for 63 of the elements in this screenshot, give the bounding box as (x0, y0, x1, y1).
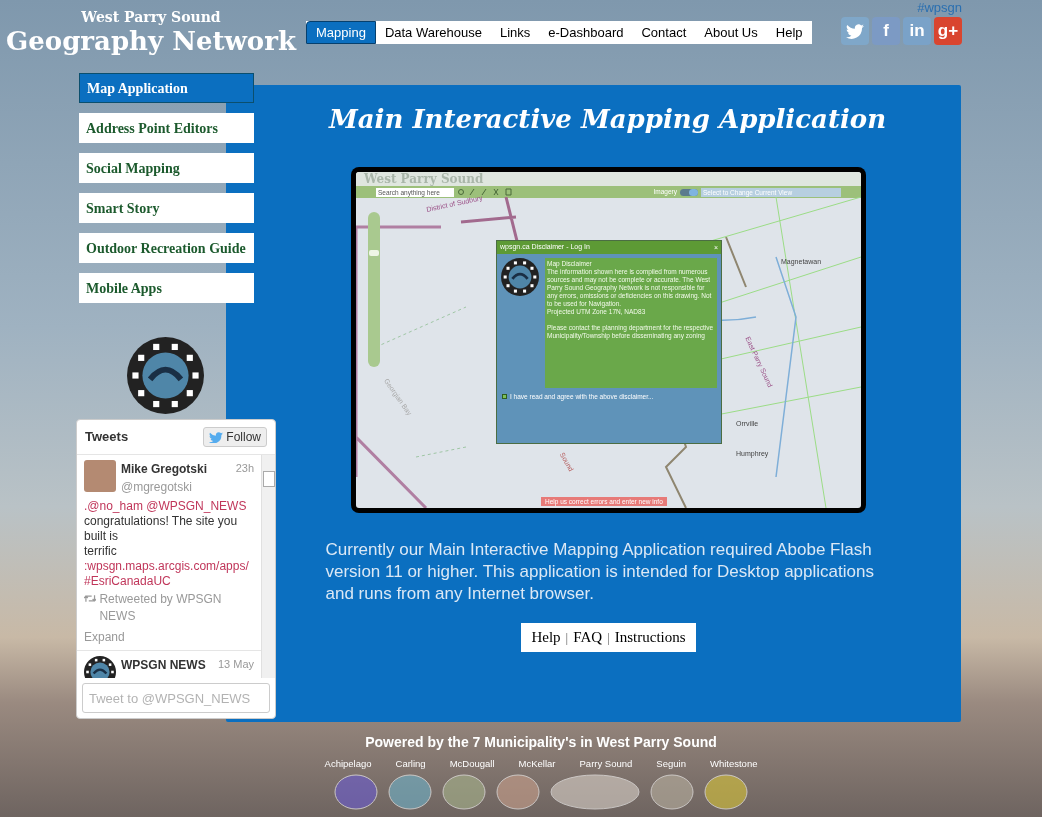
help-link[interactable]: Instructions (614, 626, 686, 649)
nav-tab[interactable]: e-Dashboard (539, 21, 633, 44)
municipal-crest-logo (388, 774, 432, 811)
powered-by-text: Powered by the 7 Municipality's in West Parry Sound (365, 733, 717, 752)
imagery-toggle[interactable] (680, 188, 698, 196)
municipal-crest-logo (704, 774, 748, 811)
municipal-crest-logo (442, 774, 486, 811)
municipality-name[interactable]: McKellar (518, 757, 556, 772)
retweet-text: Retweeted by WPSGN NEWS (99, 591, 223, 625)
separator-text: | (607, 628, 610, 647)
tweet-text: .@no_ham @WPSGN_NEWS congratulations! The site you built is terrific :wpsgn.maps.arcgis.com/apps/ #EsriCanadaUC (84, 499, 250, 589)
municipality-name[interactable]: Seguin (656, 757, 686, 772)
municipality-name[interactable]: Achipelago (324, 757, 372, 772)
bird-icon (209, 431, 224, 443)
side-menu-item[interactable]: Map Application (79, 73, 254, 103)
separator-text: | (565, 628, 569, 647)
help-link[interactable]: FAQ (573, 626, 603, 649)
tweet-link[interactable]: :wpsgn.maps.arcgis.com/apps/ (84, 559, 249, 574)
nav-tab[interactable]: About Us (695, 21, 767, 44)
municipality-name[interactable]: Whitestone (709, 757, 758, 772)
municipality-name[interactable]: Carling (395, 757, 426, 772)
side-menu-item[interactable]: Outdoor Recreation Guide (79, 233, 254, 263)
side-menu-item[interactable]: Address Point Editors (79, 113, 254, 143)
site-title: Geography Network (6, 26, 296, 56)
zoom-slider-thumb[interactable] (369, 250, 379, 256)
municipality-name[interactable]: Parry Sound (579, 757, 633, 772)
scrollbar[interactable] (261, 455, 275, 678)
tweet-time[interactable]: 23h (235, 460, 254, 478)
follow-button[interactable]: Follow (203, 427, 267, 447)
tweet-author[interactable]: Mike Gregotski (121, 460, 208, 478)
side-menu-item[interactable]: Social Mapping (79, 153, 254, 183)
facebook-button[interactable]: f (872, 17, 900, 45)
expand-link[interactable]: Expand (84, 628, 254, 646)
googleplus-button[interactable]: g+ (934, 17, 962, 45)
description-text: Currently our Main Interactive Mapping Application required Abobe Flash version 11 or higher. This application is intended for Desktop applications and runs from any Internet browser. (325, 539, 875, 605)
side-menu-item[interactable]: Mobile Apps (79, 273, 254, 303)
tweet-link[interactable]: .@no_ham @WPSGN_NEWS (84, 499, 247, 514)
tweet-author[interactable]: WPSGN NEWS (121, 656, 206, 674)
municipal-crest-logo (650, 774, 694, 811)
network-logo (501, 258, 539, 296)
agree-checkbox[interactable] (502, 394, 507, 400)
page-heading: Main Interactive Mapping Application (328, 103, 887, 136)
tweet-link[interactable]: #EsriCanadaUC (84, 574, 171, 589)
side-menu-item[interactable]: Smart Story (79, 193, 254, 223)
municipal-crest-logo (496, 774, 540, 811)
scroll-thumb[interactable] (262, 471, 275, 487)
municipal-crest-logo (334, 774, 378, 811)
nav-tab[interactable]: Mapping (306, 21, 376, 44)
nav-tab[interactable]: Contact (632, 21, 696, 44)
retweet-icon (84, 594, 97, 603)
twitter-button[interactable] (841, 17, 869, 45)
municipality-name[interactable]: McDougall (449, 757, 495, 772)
nav-tab[interactable]: Help (766, 21, 812, 44)
bird-icon (846, 23, 864, 39)
avatar-photo-placeholder (84, 460, 116, 492)
site-subtitle: West Parry Sound (81, 8, 221, 26)
nav-tab[interactable]: Links (490, 21, 540, 44)
tweet-handle[interactable]: @mgregotski (121, 478, 254, 496)
help-link[interactable]: Help (531, 626, 561, 649)
tweet-input-field[interactable]: Tweet to @WPSGN_NEWS (82, 683, 270, 713)
tweet-time[interactable]: 13 May (217, 656, 254, 674)
widget-title: Tweets (85, 428, 129, 447)
nav-tab[interactable]: Data Warehouse (375, 21, 491, 44)
